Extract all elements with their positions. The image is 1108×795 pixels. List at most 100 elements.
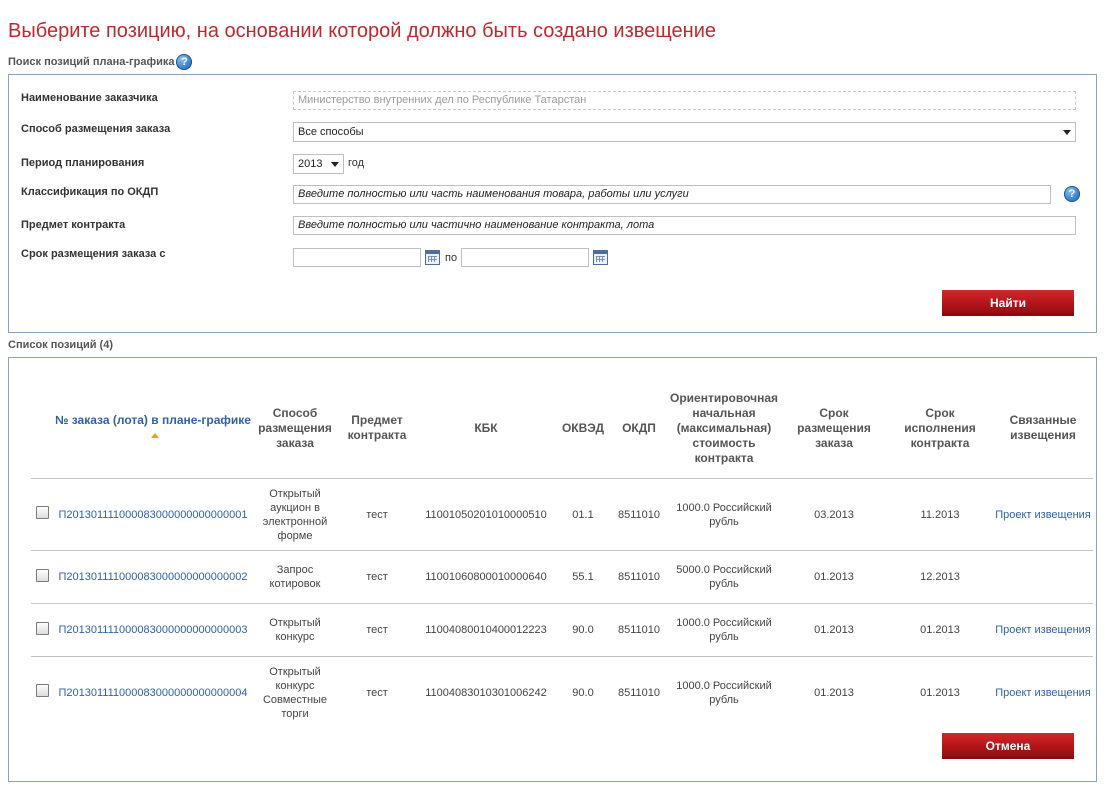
method-select[interactable]: Все способы (293, 122, 1076, 142)
term-label: Срок размещения заказа с (21, 248, 166, 260)
row-checkbox[interactable] (35, 684, 49, 698)
row-price: 1000.0 Российский рубль (676, 679, 772, 706)
row-okdp: 8511010 (611, 603, 667, 657)
row-number-link[interactable]: П201301111000083000000000000002 (59, 571, 248, 583)
row-placement: 03.2013 (781, 478, 887, 551)
row-execution: 01.2013 (920, 686, 960, 699)
table-row: П201301111000083000000000000001 Открытый… (31, 478, 1093, 551)
row-checkbox-cell (31, 603, 53, 657)
customer-field: Министерство внутренних дел по Республик… (293, 91, 1076, 110)
period-unit: год (348, 157, 365, 169)
table-row: П201301111000083000000000000003 Открытый… (31, 603, 1093, 657)
row-notice-cell: Проект извещения (993, 657, 1093, 729)
customer-label: Наименование заказчика (21, 92, 158, 104)
row-okved: 90.0 (572, 686, 594, 699)
row-price: 5000.0 Российский рубль (667, 550, 781, 604)
help-icon[interactable]: ? (176, 54, 193, 70)
row-method: Открытый конкурс Совместные торги (262, 665, 328, 720)
row-checkbox-cell (31, 478, 53, 551)
row-price: 1000.0 Российский рубль (667, 478, 781, 551)
row-kbk: 11001060800010000640 (417, 550, 555, 604)
column-header-number[interactable]: № заказа (лота) в плане-графике (53, 378, 253, 479)
calendar-icon[interactable] (593, 250, 608, 265)
row-method: Открытый аукцион в электронной форме (253, 478, 337, 551)
list-panel: № заказа (лота) в плане-графике Способ р… (8, 357, 1097, 782)
chevron-down-icon (1063, 129, 1071, 135)
page-title: Выберите позицию, на основании которой д… (8, 20, 716, 42)
search-panel: Наименование заказчика Министерство внут… (8, 74, 1097, 333)
row-okdp: 8511010 (611, 478, 667, 551)
cancel-button[interactable]: Отмена (942, 733, 1074, 759)
method-label: Способ размещения заказа (21, 123, 171, 135)
row-number-cell: П201301111000083000000000000004 (53, 657, 253, 729)
period-select-value: 2013 (298, 157, 323, 170)
column-header-okdp: ОКДП (611, 378, 667, 479)
list-section-label: Список позиций (4) (8, 339, 113, 351)
okdp-label: Классификация по ОКДП (21, 186, 159, 198)
okdp-input[interactable]: Введите полностью или часть наименования… (293, 185, 1051, 204)
table-header-row: № заказа (лота) в плане-графике Способ р… (31, 378, 1093, 479)
positions-table: № заказа (лота) в плане-графике Способ р… (31, 378, 1093, 729)
help-icon[interactable]: ? (1064, 186, 1080, 202)
column-header-okved: ОКВЭД (555, 378, 611, 479)
row-placement: 01.2013 (814, 686, 854, 699)
row-okdp: 8511010 (617, 686, 660, 699)
chevron-down-icon (331, 161, 339, 167)
term-to-input[interactable] (461, 248, 589, 267)
row-kbk: 11004083010301006242 (425, 686, 547, 699)
calendar-icon[interactable] (425, 250, 440, 265)
column-header-execution: Срок исполнения контракта (887, 378, 993, 479)
row-checkbox-cell (31, 550, 53, 604)
row-subject: тест (337, 603, 417, 657)
row-okved: 55.1 (555, 550, 611, 604)
list-section-title: Список позиций (4) (8, 339, 113, 351)
row-okdp: 8511010 (611, 550, 667, 604)
row-kbk: 11004080010400012223 (417, 603, 555, 657)
column-header-price: Ориентировочная начальная (максимальная)… (667, 378, 781, 479)
search-section-label: Поиск позиций плана-графика ? (8, 54, 193, 70)
row-method: Запрос котировок (253, 550, 337, 604)
subject-input[interactable]: Введите полностью или частично наименова… (293, 216, 1076, 235)
row-execution: 11.2013 (887, 478, 993, 551)
row-subject: тест (337, 478, 417, 551)
period-select[interactable]: 2013 (293, 154, 344, 174)
sort-asc-icon (151, 433, 159, 439)
row-subject: тест (337, 550, 417, 604)
row-okved: 01.1 (555, 478, 611, 551)
row-price: 1000.0 Российский рубль (667, 603, 781, 657)
column-header-kbk: КБК (417, 378, 555, 479)
row-checkbox-cell (31, 657, 53, 729)
period-label: Период планирования (21, 157, 145, 169)
column-header-number-text: № заказа (лота) в плане-графике (55, 413, 251, 427)
method-select-value: Все способы (298, 125, 364, 138)
row-notice-cell (993, 550, 1093, 604)
row-checkbox[interactable] (35, 621, 49, 635)
column-header-placement: Срок размещения заказа (781, 378, 887, 479)
row-method: Открытый конкурс (253, 603, 337, 657)
row-placement: 01.2013 (781, 603, 887, 657)
row-number-cell: П201301111000083000000000000002 (53, 550, 253, 604)
row-notice-cell: Проект извещения (993, 478, 1093, 551)
row-notice-link[interactable]: Проект извещения (995, 687, 1091, 699)
row-execution: 12.2013 (887, 550, 993, 604)
column-header-notices: Связанные извещения (993, 378, 1093, 479)
row-checkbox[interactable] (35, 506, 49, 519)
row-number-link[interactable]: П201301111000083000000000000001 (59, 509, 248, 521)
find-button[interactable]: Найти (942, 290, 1074, 316)
row-subject: тест (366, 686, 388, 699)
table-row: П201301111000083000000000000004 Открытый… (31, 657, 1093, 729)
column-header-method: Способ размещения заказа (253, 378, 337, 479)
row-placement: 01.2013 (781, 550, 887, 604)
row-number-link[interactable]: П201301111000083000000000000004 (59, 687, 248, 699)
row-checkbox[interactable] (35, 568, 49, 582)
column-header-select (31, 378, 53, 479)
row-notice-link[interactable]: Проект извещения (995, 624, 1091, 636)
row-kbk: 11001050201010000510 (417, 478, 555, 551)
row-okved: 90.0 (555, 603, 611, 657)
term-from-input[interactable] (293, 248, 421, 267)
row-notice-link[interactable]: Проект извещения (995, 509, 1091, 521)
subject-label: Предмет контракта (21, 219, 126, 231)
search-section-title: Поиск позиций плана-графика (8, 56, 175, 68)
row-notice-cell: Проект извещения (993, 603, 1093, 657)
row-number-link[interactable]: П201301111000083000000000000003 (59, 624, 248, 636)
